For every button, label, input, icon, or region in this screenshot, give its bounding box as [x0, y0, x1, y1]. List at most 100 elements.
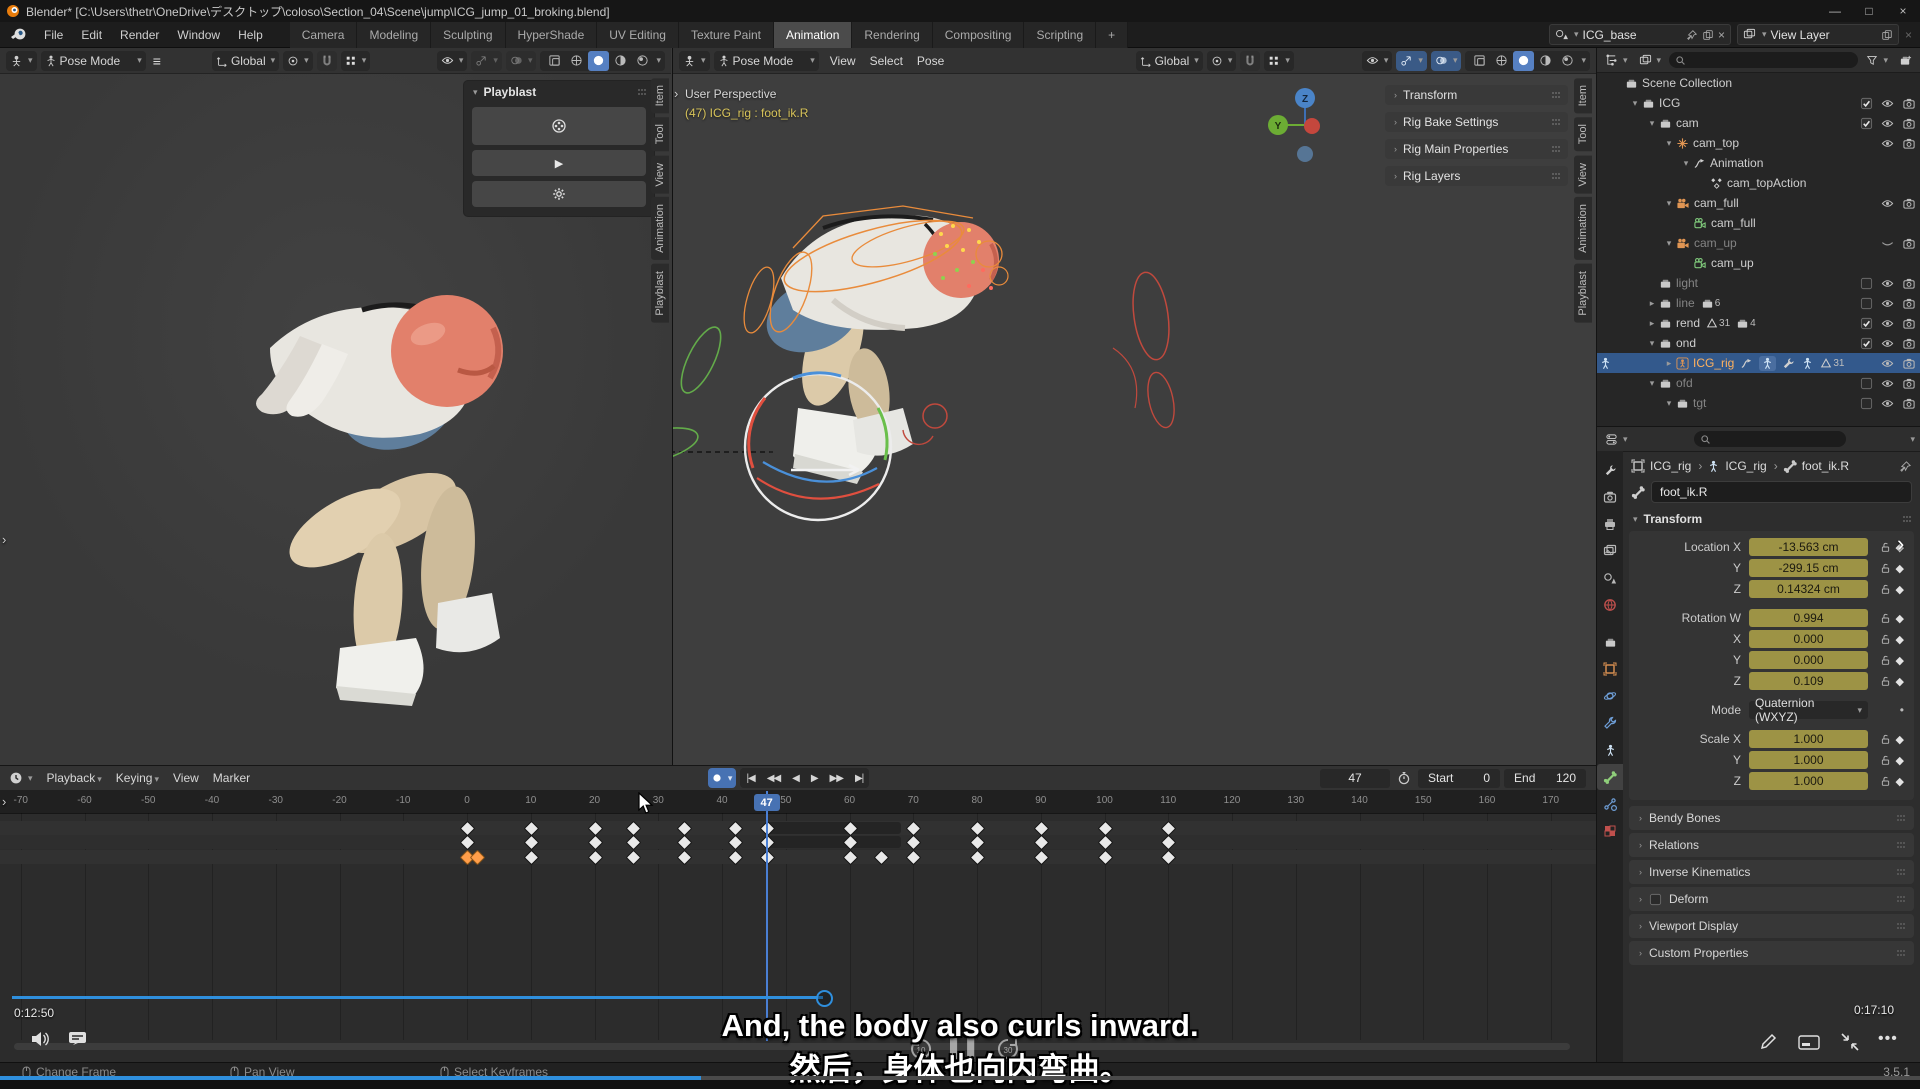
prev-keyframe-button[interactable]: ◀◀ [761, 768, 786, 788]
expander-icon[interactable]: ▾ [1630, 98, 1640, 109]
display-mode-button[interactable]: ▾ [1636, 50, 1665, 70]
outliner-row-cam-topaction[interactable]: cam_topAction [1597, 173, 1920, 193]
keyframe-diamond-icon[interactable]: ◆ [1896, 675, 1904, 688]
panel-relations[interactable]: › Relations [1629, 833, 1914, 857]
expander-icon[interactable]: ▾ [1647, 118, 1657, 129]
drag-dots-icon[interactable] [1896, 868, 1906, 876]
expander-icon[interactable]: ▾ [1664, 398, 1674, 409]
keyframe-diamond-icon[interactable]: ◆ [1896, 733, 1904, 746]
outliner-row-cam-full[interactable]: ▾ cam_full [1597, 193, 1920, 213]
properties-tab-material[interactable] [1597, 818, 1623, 844]
value-field[interactable]: -299.15 cm [1749, 559, 1868, 577]
outliner-row-tgt[interactable]: ▾ tgt [1597, 393, 1920, 413]
expander-icon[interactable]: ▸ [1647, 298, 1657, 309]
expander-icon[interactable]: ▾ [1664, 138, 1674, 149]
keyframe-diamond-icon[interactable]: ◆ [1896, 562, 1904, 575]
drag-dots-icon[interactable] [637, 88, 647, 96]
properties-tab-scene[interactable] [1597, 565, 1623, 591]
workspace-tab-animation[interactable]: Animation [774, 21, 853, 48]
eye-toggle-icon[interactable] [1880, 97, 1895, 110]
menu-render[interactable]: Render [111, 25, 168, 45]
panel-inverse-kinematics[interactable]: › Inverse Kinematics [1629, 860, 1914, 884]
sidebar-tab-playblast[interactable]: Playblast [1574, 264, 1592, 323]
keyframe-diamond-icon[interactable]: ◆ [1896, 633, 1904, 646]
mode-selector[interactable]: Pose Mode ▾ [713, 50, 819, 71]
sidebar-tab-view[interactable]: View [651, 155, 669, 194]
camera-toggle-icon[interactable] [1902, 117, 1916, 130]
timeline-menu-playback[interactable]: Playback ▾ [40, 771, 109, 785]
keyframe-diamond-icon[interactable]: ◆ [1896, 754, 1904, 767]
eye-toggle-icon[interactable] [1880, 237, 1895, 250]
filter-button[interactable]: ▾ [1863, 50, 1891, 70]
lock-icon[interactable] [1880, 541, 1891, 553]
outliner-row-cam-up[interactable]: cam_up [1597, 253, 1920, 273]
properties-tab-modifier[interactable] [1597, 710, 1623, 736]
camera-toggle-icon[interactable] [1902, 237, 1916, 250]
editor-type-button[interactable]: ▾ [6, 768, 36, 788]
eye-toggle-icon[interactable] [1880, 357, 1895, 370]
camera-toggle-icon[interactable] [1902, 357, 1916, 370]
shading-solid-icon[interactable] [1513, 50, 1535, 71]
camera-toggle-icon[interactable] [1902, 317, 1916, 330]
view-info-chevron[interactable]: › [674, 86, 678, 101]
overlays-dropdown[interactable]: ▾ [1430, 50, 1462, 71]
viewport-menu-icon[interactable]: ≡ [150, 51, 164, 71]
sidebar-tab-tool[interactable]: Tool [651, 117, 669, 152]
shading-material-icon[interactable] [1535, 51, 1556, 71]
st​opwatch-icon[interactable] [1397, 771, 1411, 785]
playblast-panel-header[interactable]: ▾ Playblast [464, 81, 654, 103]
workspace-tab--[interactable]: + [1096, 21, 1129, 48]
player-progress-remaining[interactable] [701, 1076, 1920, 1080]
current-frame-chip[interactable]: 47 [753, 794, 780, 811]
editor-type-button[interactable]: ▾ [6, 50, 37, 71]
copy-icon[interactable] [1702, 29, 1714, 41]
value-field[interactable]: 1.000 [1749, 751, 1868, 769]
eye-toggle-icon[interactable] [1880, 137, 1895, 150]
lock-icon[interactable] [1880, 612, 1891, 624]
n-panel-rig-main-properties[interactable]: › Rig Main Properties [1385, 139, 1568, 159]
snap-toggle[interactable] [1240, 50, 1261, 71]
toolbar-expand-chevron[interactable]: › [2, 532, 6, 547]
snap-toggle[interactable] [316, 50, 337, 71]
outliner-row-animation[interactable]: ▾ Animation [1597, 153, 1920, 173]
shading-rendered-icon[interactable] [632, 51, 653, 71]
properties-tab-bone-constraint[interactable] [1597, 791, 1623, 817]
snap-target-selector[interactable]: ▾ [1264, 50, 1294, 71]
camera-toggle-icon[interactable] [1902, 97, 1916, 110]
workspace-tab-uv-editing[interactable]: UV Editing [597, 21, 679, 48]
camera-toggle-icon[interactable] [1902, 277, 1916, 290]
close-button[interactable]: × [1886, 0, 1920, 22]
player-seek-knob[interactable] [816, 990, 833, 1007]
outliner-row-ond[interactable]: ▾ ond [1597, 333, 1920, 353]
editor-type-button[interactable]: ▾ [1602, 50, 1631, 70]
value-field[interactable]: 1.000 [1749, 730, 1868, 748]
minimize-button[interactable]: — [1818, 0, 1852, 22]
menu-file[interactable]: File [35, 25, 72, 45]
outliner-row-light[interactable]: light [1597, 273, 1920, 293]
keyframe-diamond-icon[interactable]: ◆ [1896, 612, 1904, 625]
shading-wireframe-icon[interactable] [566, 51, 587, 71]
sidebar-tab-animation[interactable]: Animation [1574, 197, 1592, 261]
shading-rendered-icon[interactable] [1557, 51, 1578, 71]
workspace-tab-compositing[interactable]: Compositing [932, 21, 1025, 48]
timeline-menu-view[interactable]: View [166, 771, 206, 785]
outliner-row-cam-top[interactable]: ▾ cam_top [1597, 133, 1920, 153]
expander-icon[interactable]: ▾ [1664, 238, 1674, 249]
rotation-mode-dropdown[interactable]: Quaternion (WXYZ) ▾ [1749, 696, 1868, 724]
new-collection-button[interactable] [1896, 50, 1915, 70]
player-progress-played[interactable] [0, 1076, 701, 1080]
outliner-row-cam-up[interactable]: ▾ cam_up [1597, 233, 1920, 253]
camera-toggle-icon[interactable] [1902, 377, 1916, 390]
timeline-ruler[interactable]: -70 -60 -50 -40 -30 -20 -10 0 10 20 30 40 50 60 70 80 90… [0, 791, 1596, 814]
expander-icon[interactable]: ▸ [1647, 318, 1657, 329]
breadcrumb-item[interactable]: ICG_rig [1650, 459, 1691, 473]
panel-deform[interactable]: › Deform [1629, 887, 1914, 911]
camera-toggle-icon[interactable] [1902, 397, 1916, 410]
drag-dots-icon[interactable] [1902, 515, 1912, 523]
bone-name-input[interactable]: foot_ik.R [1651, 481, 1912, 503]
orientation-selector[interactable]: Global ▾ [211, 50, 280, 71]
value-field[interactable]: 0.14324 cm [1749, 580, 1868, 598]
value-field[interactable]: 1.000 [1749, 772, 1868, 790]
expander-icon[interactable]: ▾ [1647, 378, 1657, 389]
properties-tab-tool[interactable] [1597, 457, 1623, 483]
